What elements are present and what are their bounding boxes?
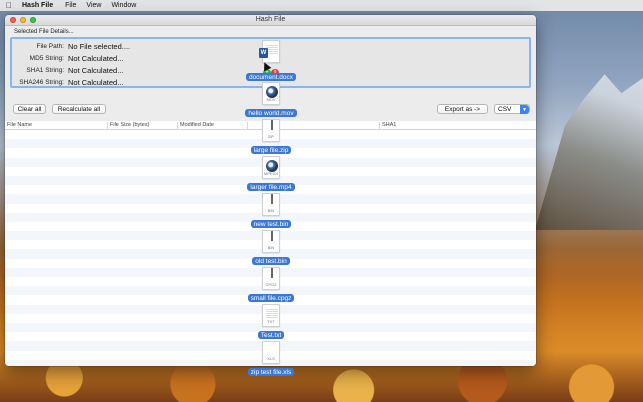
file-path-label: File Path: — [36, 42, 64, 50]
zip-archive-icon: BIN — [262, 230, 280, 253]
column-file-name[interactable]: File Name — [5, 122, 107, 129]
file-name-label: new test.bin — [250, 220, 292, 228]
file-ext: ZIP — [267, 134, 275, 139]
clear-all-button[interactable]: Clear all — [13, 104, 46, 114]
file-name-label: large file.zip — [250, 146, 292, 154]
word-document-icon: W — [259, 40, 280, 63]
dragged-file: TXT Test.txt — [236, 304, 306, 341]
export-format-value: CSV — [498, 105, 512, 113]
dragged-file: BIN old test.bin — [236, 230, 306, 267]
chevron-down-icon: ▼ — [520, 105, 529, 114]
file-path-row: File Path: No File selected.... — [12, 40, 131, 52]
dragged-file: ZIP large file.zip — [236, 119, 306, 156]
file-ext: CPGZ — [265, 282, 277, 287]
menu-view[interactable]: View — [86, 2, 101, 9]
zip-archive-icon: BIN — [262, 193, 280, 216]
sha256-row: SHA246 String: Not Calculated... — [12, 76, 123, 88]
file-name-label: small file.cpgz — [247, 294, 295, 302]
quicktime-icon: MPEG4 — [262, 156, 280, 179]
zip-archive-icon: CPGZ — [262, 267, 280, 290]
file-name-label: larger file.mp4 — [247, 183, 295, 191]
menu-file[interactable]: File — [65, 2, 76, 9]
quicktime-icon: MOV — [262, 82, 280, 105]
sha256-value: Not Calculated... — [68, 77, 124, 87]
menu-window[interactable]: Window — [111, 2, 136, 9]
file-path-value: No File selected.... — [68, 41, 131, 51]
document-icon: XLS — [262, 341, 280, 364]
file-name-label: zip test file.xls — [247, 368, 295, 376]
dragged-file: MOV hello world.mov — [236, 82, 306, 119]
zip-archive-icon: ZIP — [262, 119, 280, 142]
md5-row: MD5 String: Not Calculated... — [12, 52, 124, 64]
sha1-row: SHA1 String: Not Calculated... — [12, 64, 123, 76]
file-ext: BIN — [267, 245, 275, 250]
file-ext: XLS — [267, 356, 275, 361]
apple-menu-icon[interactable]:  — [6, 1, 12, 10]
file-name-label: Test.txt — [257, 331, 285, 339]
dragged-file: CPGZ small file.cpgz — [236, 267, 306, 304]
export-as-button[interactable]: Export as -> — [437, 104, 488, 114]
sha256-label: SHA246 String: — [19, 78, 64, 86]
md5-value: Not Calculated... — [68, 53, 124, 63]
file-name-label: old test.bin — [252, 257, 290, 265]
text-document-icon: TXT — [262, 304, 280, 327]
window-title: Hash File — [255, 16, 286, 23]
dragged-files: W + 9 document.docx MOV hello world.mov … — [236, 40, 306, 380]
menu-app-name[interactable]: Hash File — [22, 2, 53, 9]
file-ext: BIN — [267, 208, 275, 213]
export-format-select[interactable]: CSV ▼ — [494, 104, 530, 114]
file-name-label: document.docx — [245, 73, 297, 81]
file-ext: MOV — [266, 97, 276, 102]
details-group-label: Selected File Details... — [14, 29, 74, 35]
sha1-label: SHA1 String: — [26, 66, 64, 74]
column-sha1[interactable]: SHA1 — [379, 122, 536, 129]
menu-bar:  Hash File File View Window — [0, 0, 643, 11]
file-ext: TXT — [267, 319, 275, 324]
column-file-size[interactable]: File Size (bytes) — [107, 122, 177, 129]
dragged-file: BIN new test.bin — [236, 193, 306, 230]
file-name-label: hello world.mov — [245, 109, 297, 117]
title-bar[interactable]: Hash File — [5, 15, 536, 26]
md5-label: MD5 String: — [29, 54, 64, 62]
recalculate-all-button[interactable]: Recalculate all — [52, 104, 106, 114]
dragged-file: MPEG4 larger file.mp4 — [236, 156, 306, 193]
dragged-file: XLS zip test file.xls — [236, 341, 306, 378]
dragged-file: W + 9 document.docx — [236, 40, 306, 81]
file-ext: MPEG4 — [263, 171, 278, 176]
sha1-value: Not Calculated... — [68, 65, 124, 75]
